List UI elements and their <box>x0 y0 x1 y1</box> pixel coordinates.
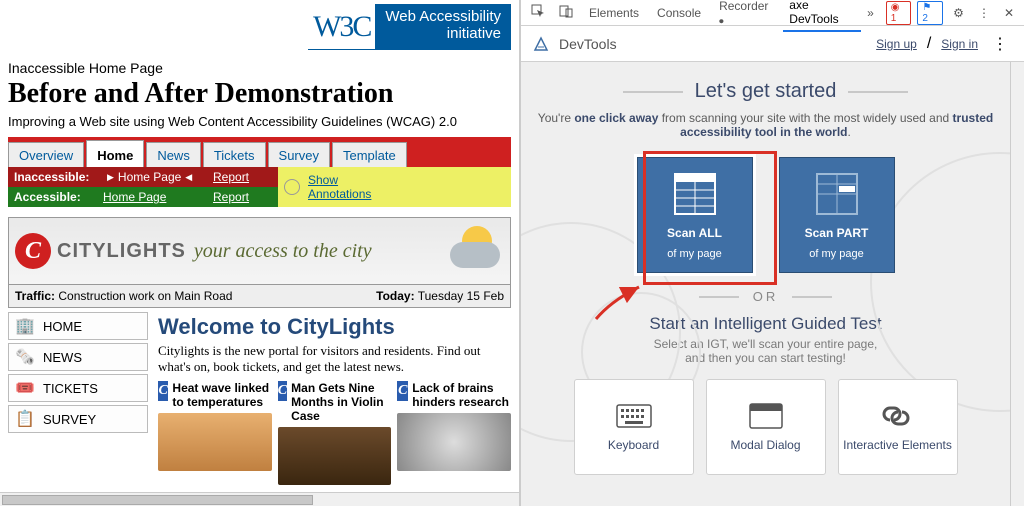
vertical-scrollbar[interactable] <box>1010 62 1024 506</box>
tab-template[interactable]: Template <box>332 142 407 167</box>
card-badge-icon: C <box>397 381 408 401</box>
tab-survey[interactable]: Survey <box>268 142 330 167</box>
axe-brand: DevTools <box>559 36 617 52</box>
signup-link[interactable]: Sign up <box>876 37 917 51</box>
demo-tab-bar: Overview Home News Tickets Survey Templa… <box>8 137 511 167</box>
devtools-tab-console[interactable]: Console <box>651 2 707 24</box>
tab-tickets[interactable]: Tickets <box>203 142 266 167</box>
intro-paragraph: Citylights is the new portal for visitor… <box>158 343 511 375</box>
accessible-home-page-link[interactable]: Home Page <box>103 190 166 204</box>
welcome-heading: Welcome to CityLights <box>158 314 511 340</box>
building-icon: 🏢 <box>15 316 43 336</box>
kebab-icon[interactable]: ⋮ <box>974 4 994 22</box>
inaccessible-report-link[interactable]: Report <box>213 170 249 184</box>
inaccessible-label: Inaccessible: <box>8 170 103 184</box>
axe-header: DevTools Sign up / Sign in ⋮ <box>521 26 1024 62</box>
horizontal-scrollbar[interactable] <box>0 492 519 506</box>
newspaper-icon: 🗞️ <box>15 347 43 367</box>
side-item-survey[interactable]: 📋SURVEY <box>8 405 148 433</box>
scan-part-button[interactable]: Scan PART of my page <box>779 157 895 273</box>
news-card[interactable]: CHeat wave linked to temperatures <box>158 381 272 485</box>
w3c-wai-logo: W3C Web Accessibility initiative <box>308 4 511 50</box>
tab-news[interactable]: News <box>146 142 201 167</box>
wai-box: Web Accessibility initiative <box>375 4 511 50</box>
news-card[interactable]: CLack of brains hinders research <box>397 381 511 485</box>
devtools-tab-elements[interactable]: Elements <box>583 2 645 24</box>
page-subtitle: Inaccessible Home Page <box>8 60 511 76</box>
inspect-icon[interactable] <box>527 2 549 23</box>
w3c-mark: W3C <box>308 4 375 50</box>
annotation-icon <box>284 179 300 195</box>
axe-logo-icon <box>533 36 549 52</box>
gear-icon[interactable]: ⚙ <box>949 4 968 22</box>
ticker-bar: Traffic: Construction work on Main Road … <box>8 285 511 308</box>
error-badge[interactable]: ◉ 1 <box>886 1 912 25</box>
card-image <box>397 413 511 471</box>
card-image <box>158 413 272 471</box>
side-item-news[interactable]: 🗞️NEWS <box>8 343 148 371</box>
link-icon <box>880 402 916 430</box>
inaccessible-home-page: ▶ Home Page ◀ <box>103 170 213 184</box>
news-card[interactable]: CMan Gets Nine Months in Violin Case <box>278 381 392 485</box>
weather-icon <box>440 224 500 280</box>
side-item-tickets[interactable]: 🎟️TICKETS <box>8 374 148 402</box>
highlight-box <box>643 151 777 285</box>
ticket-icon: 🎟️ <box>15 378 43 398</box>
side-nav: 🏢HOME 🗞️NEWS 🎟️TICKETS 📋SURVEY <box>8 312 148 485</box>
citylights-brand: CITYLIGHTS <box>57 240 186 263</box>
page-title: Before and After Demonstration <box>8 78 511 110</box>
card-image <box>278 427 392 485</box>
accessible-report-link[interactable]: Report <box>213 190 249 204</box>
citylights-tagline: your access to the city <box>194 240 372 263</box>
page-description: Improving a Web site using Web Content A… <box>8 114 511 129</box>
close-icon[interactable]: ✕ <box>1000 4 1018 22</box>
clipboard-icon: 📋 <box>15 409 43 429</box>
side-item-home[interactable]: 🏢HOME <box>8 312 148 340</box>
citylights-banner: C CITYLIGHTS your access to the city <box>8 217 511 285</box>
accessible-label: Accessible: <box>8 190 103 204</box>
device-toggle-icon[interactable] <box>555 2 577 23</box>
page-part-icon <box>813 170 861 218</box>
tab-home[interactable]: Home <box>86 140 144 167</box>
annotations-toggle[interactable]: Show Annotations <box>278 167 511 207</box>
igt-tile-interactive[interactable]: Interactive Elements <box>838 379 958 475</box>
arrow-annotation-icon <box>591 281 651 321</box>
devtools-tab-strip: Elements Console Recorder ⏺ axe DevTools… <box>521 0 1024 26</box>
triangle-left-icon: ◀ <box>185 172 192 183</box>
more-tabs-icon[interactable]: » <box>867 6 874 20</box>
triangle-right-icon: ▶ <box>107 172 114 183</box>
tab-overview[interactable]: Overview <box>8 142 84 167</box>
more-menu-icon[interactable]: ⋮ <box>988 34 1012 54</box>
igt-tile-modal[interactable]: Modal Dialog <box>706 379 826 475</box>
record-dot-icon: ⏺ <box>719 16 724 26</box>
modal-dialog-icon <box>748 402 784 430</box>
keyboard-icon <box>616 402 652 430</box>
igt-tile-keyboard[interactable]: Keyboard <box>574 379 694 475</box>
citylights-logo-icon: C <box>15 233 51 269</box>
info-badge[interactable]: ⚑ 2 <box>917 1 943 25</box>
card-badge-icon: C <box>278 381 287 401</box>
card-badge-icon: C <box>158 381 168 401</box>
signin-link[interactable]: Sign in <box>941 37 978 51</box>
